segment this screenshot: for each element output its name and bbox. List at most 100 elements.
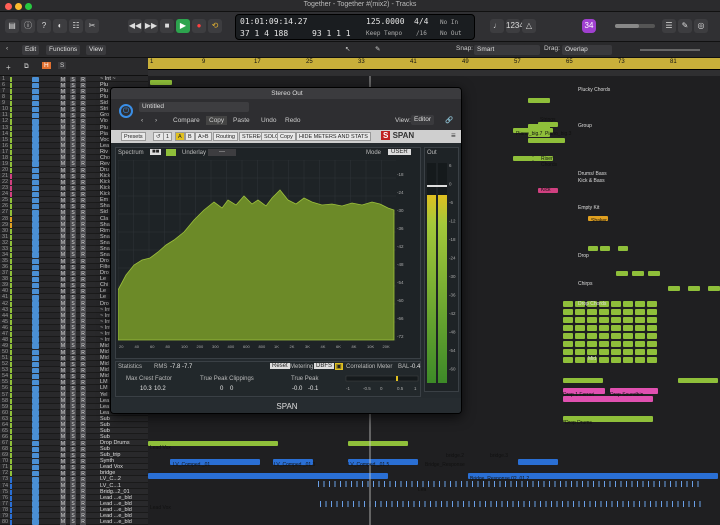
arrange-label: Shaker [591, 218, 607, 224]
drag-dropdown[interactable]: Overlap [562, 45, 612, 55]
waveform-tick [584, 501, 585, 507]
copy-settings-button[interactable]: Copy [206, 116, 228, 125]
duplicate-track-icon[interactable]: ⧉ [24, 63, 29, 71]
ab-button[interactable]: A>B [195, 132, 212, 141]
previous-preset-button[interactable]: ‹ [141, 117, 143, 124]
db-scale-label: -48 [397, 262, 404, 267]
redo-button[interactable]: Redo [285, 117, 301, 124]
spectrum-toggle-b[interactable] [166, 149, 176, 156]
track-header[interactable]: 80 M S R Lead ...e_bld [0, 518, 148, 525]
arrange-label: Piano_big.7 [516, 131, 543, 137]
spectrum-panel[interactable]: Spectrum ■■ Underlay — Mode USER -18 -24-… [115, 147, 421, 359]
drop-chord-region [623, 301, 633, 307]
freq-scale-label: 4K [321, 344, 326, 349]
reset-stats-button[interactable]: Reset [270, 363, 290, 369]
mixer-button[interactable]: ☷ [69, 19, 83, 33]
waveform-tick [578, 501, 580, 507]
mode-dropdown[interactable]: USER [388, 149, 411, 155]
lv-comped-region [518, 459, 558, 465]
spectrum-toggle-a[interactable]: ■■ [150, 149, 162, 155]
zoom-slider[interactable] [640, 49, 700, 51]
bar-ruler[interactable]: 1917253341495765738189 [148, 58, 720, 70]
link-icon[interactable]: 🔗 [445, 116, 453, 124]
compare-button[interactable]: Compare [173, 117, 200, 124]
editors-button[interactable]: ✂ [85, 19, 99, 33]
rewind-button[interactable]: ◀◀ [128, 19, 142, 33]
add-track-button[interactable]: + [6, 63, 11, 72]
stop-button[interactable]: ■ [160, 19, 174, 33]
back-icon[interactable]: ‹ [6, 45, 8, 52]
pointer-tool-icon[interactable]: ↖ [345, 45, 350, 53]
waveform-tick [323, 481, 325, 487]
waveform-tick [345, 481, 347, 487]
count-in-button[interactable]: 1234 [506, 19, 524, 33]
play-button[interactable]: ▶ [176, 19, 190, 33]
waveform-tick [402, 501, 404, 507]
waveform-tick [411, 481, 413, 487]
library-button[interactable]: ▤ [5, 19, 19, 33]
view-menu[interactable]: View [86, 45, 106, 55]
drop-region [588, 246, 598, 251]
slot-b-button[interactable]: A [175, 132, 185, 141]
preset-dropdown[interactable]: Untitled [139, 102, 249, 112]
cpu-badge[interactable]: 34 [582, 19, 596, 33]
span-plugin-window[interactable]: Stereo Out ⏻ Untitled ‹ › Compare Copy P… [110, 87, 462, 414]
tuner-button[interactable]: ♩ [490, 19, 504, 33]
master-volume-slider[interactable] [615, 24, 655, 28]
arrange-label: Kick [541, 187, 551, 193]
hide-button[interactable]: H [42, 62, 51, 69]
statistics-panel: Statistics RMS -7.8 -7.7 Reset Metering … [115, 361, 421, 397]
waveform-tick [571, 481, 572, 487]
presets-button[interactable]: Presets [121, 132, 146, 141]
view-dropdown[interactable]: Editor [411, 115, 434, 125]
metering-dropdown[interactable]: DBFS [314, 363, 335, 369]
functions-menu[interactable]: Functions [46, 45, 81, 55]
metering-lock-icon[interactable]: ▣ [335, 363, 343, 370]
drop-chord-region [635, 309, 645, 315]
record-button[interactable]: ● [192, 19, 206, 33]
correlation-indicator [396, 376, 398, 381]
solo-button[interactable]: S [70, 519, 76, 525]
waveform-tick [582, 481, 583, 487]
power-button[interactable]: ⏻ [119, 104, 133, 118]
edit-menu[interactable]: Edit [22, 45, 40, 55]
help-button[interactable]: ? [37, 19, 51, 33]
freq-scale-label: 8K [352, 344, 357, 349]
inspector-button[interactable]: ⓘ [21, 19, 35, 33]
snap-dropdown[interactable]: Smart [474, 45, 540, 55]
notepad-button[interactable]: ✎ [678, 19, 692, 33]
record-enable-button[interactable]: R [80, 519, 86, 525]
menu-icon[interactable]: ≡ [451, 131, 456, 140]
list-editors-button[interactable]: ☰ [662, 19, 676, 33]
next-preset-button[interactable]: › [155, 117, 157, 124]
loop-browser-button[interactable]: ◎ [694, 19, 708, 33]
track-name[interactable]: Lead ...e_bld [100, 519, 132, 525]
waveform-tick [325, 501, 327, 507]
drop-chord-region [599, 341, 609, 347]
slot-c-button[interactable]: B [185, 132, 195, 141]
track-icon[interactable] [32, 519, 39, 525]
forward-button[interactable]: ▶▶ [144, 19, 158, 33]
waveform-tick [450, 481, 451, 487]
waveform-tick [364, 501, 365, 507]
waveform-tick [331, 501, 332, 507]
pencil-tool-icon[interactable]: ✎ [375, 45, 380, 53]
lcd-display[interactable]: 01:01:09:14.27 37 1 4 188 93 1 1 1 125.0… [235, 14, 475, 40]
smart-controls-button[interactable]: ◐ [53, 19, 67, 33]
mute-button[interactable]: M [60, 519, 66, 525]
db-scale-label: -54 [397, 280, 404, 285]
waveform-tick [391, 501, 393, 507]
copy-button[interactable]: Copy [277, 132, 296, 141]
hide-meters-button[interactable]: HIDE METERS AND STATS [296, 132, 371, 141]
routing-button[interactable]: Routing [213, 132, 238, 141]
waveform-tick [554, 481, 556, 487]
paste-settings-button[interactable]: Paste [233, 117, 250, 124]
slot-a-button[interactable]: 1 [163, 132, 173, 141]
undo-button[interactable]: Undo [261, 117, 277, 124]
underlay-dropdown[interactable]: — [208, 149, 236, 156]
metronome-button[interactable]: △ [522, 19, 536, 33]
waveform-tick [529, 501, 530, 507]
waveform-tick [441, 501, 442, 507]
cycle-button[interactable]: ⟲ [208, 19, 222, 33]
global-solo-button[interactable]: S [58, 62, 67, 69]
